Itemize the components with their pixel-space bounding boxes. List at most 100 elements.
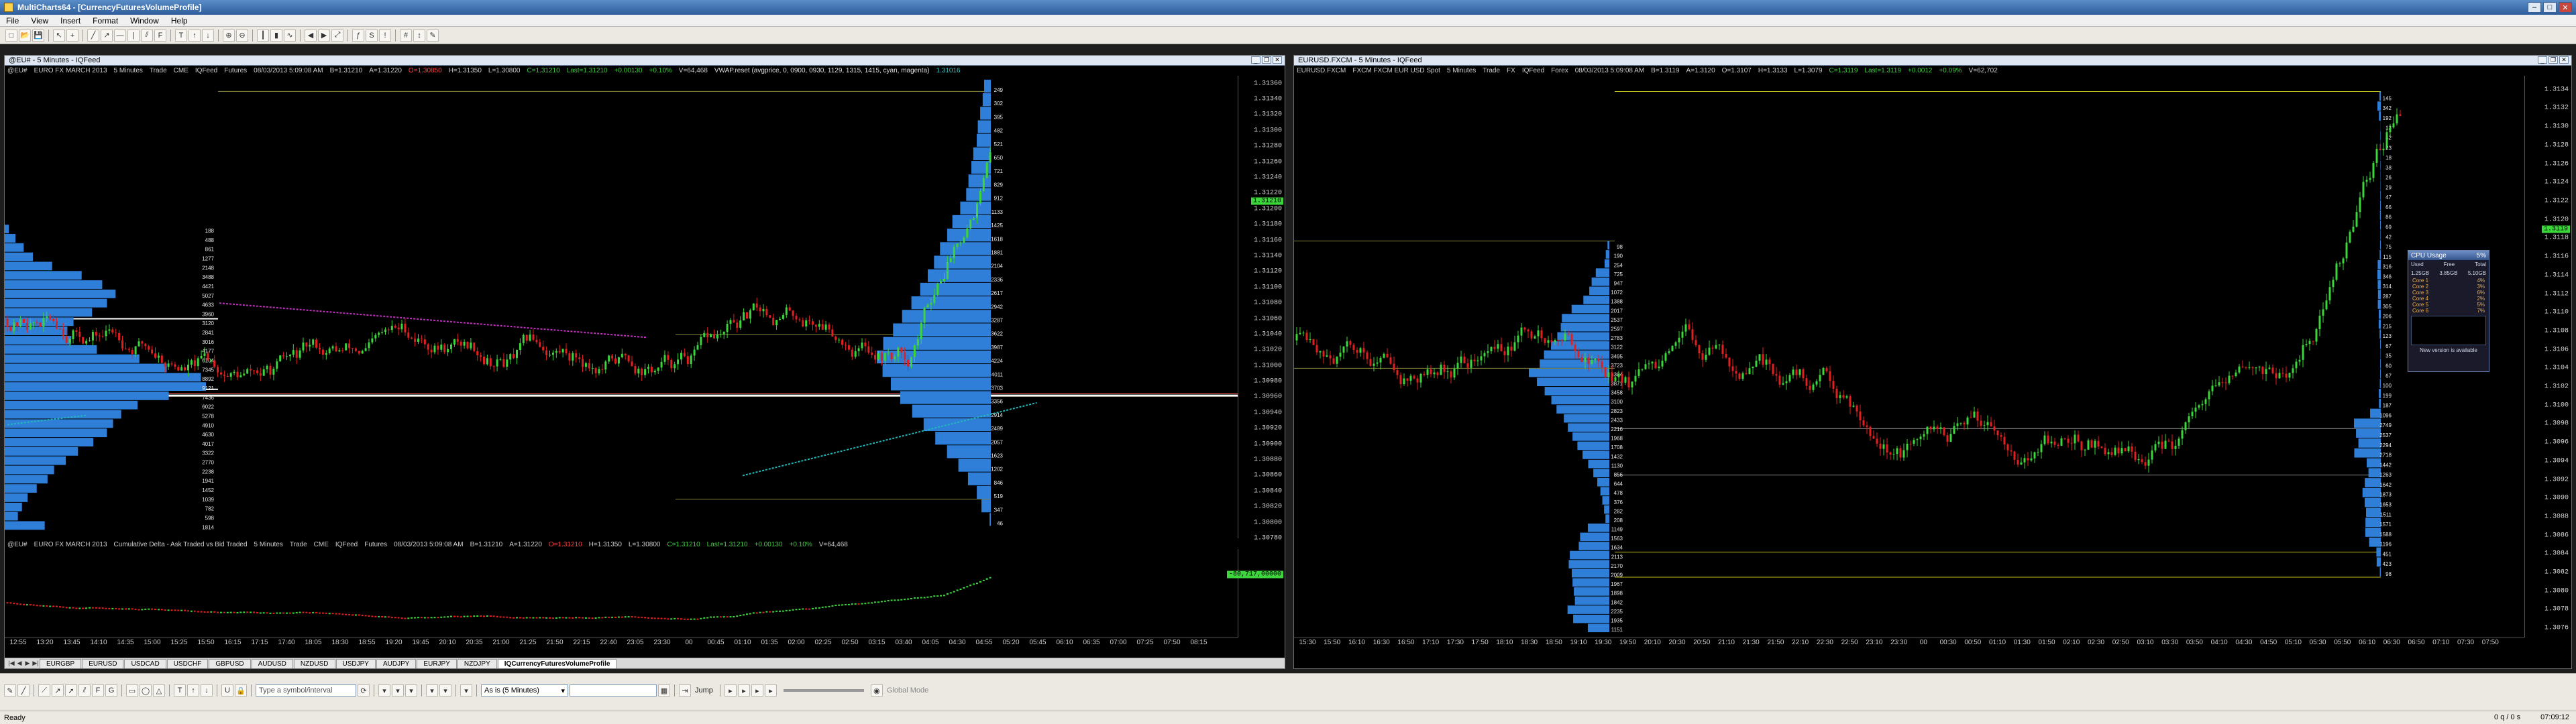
- price-axis[interactable]: 1.31360 1.31340 1.31320 1.31300 1.31280 1.312…: [1238, 76, 1285, 542]
- zoom-fit-icon[interactable]: ⤢: [331, 29, 343, 42]
- menu-help[interactable]: Help: [165, 16, 194, 25]
- tab-nzdusd[interactable]: NZDUSD: [293, 658, 335, 668]
- hline-icon[interactable]: —: [114, 29, 126, 42]
- playback-speed-slider[interactable]: [783, 689, 864, 692]
- scroll-left-icon[interactable]: ◀: [305, 29, 317, 42]
- resolution-select[interactable]: As is (5 Minutes) ▾: [481, 684, 568, 697]
- text-icon[interactable]: T: [175, 29, 187, 42]
- line-icon[interactable]: ╱: [17, 684, 30, 697]
- tab-usdcad[interactable]: USDCAD: [124, 658, 166, 668]
- time-axis[interactable]: 12:55 13:20 13:45 14:10 14:35 15:00 15:25 15:50…: [5, 638, 1238, 647]
- arrow-down-icon[interactable]: ↓: [202, 29, 214, 42]
- alert-icon[interactable]: !: [379, 29, 391, 42]
- magnet-icon[interactable]: U: [221, 684, 233, 697]
- chart-type-icon[interactable]: ▾: [378, 684, 390, 697]
- minimize-icon[interactable]: –: [2528, 2, 2541, 13]
- price-axis[interactable]: 1.3134 1.3132 1.3130 1.3128 1.3126 1.3124 1.31…: [2524, 76, 2571, 638]
- format-icon[interactable]: ✎: [427, 29, 439, 42]
- open-icon[interactable]: 📂: [19, 29, 31, 42]
- ellipse-icon[interactable]: ◯: [140, 684, 152, 697]
- save-icon[interactable]: 💾: [32, 29, 44, 42]
- tab-last-icon[interactable]: ▶|: [32, 660, 40, 668]
- cumulative-delta-chart[interactable]: [5, 549, 1238, 638]
- menu-window[interactable]: Window: [124, 16, 165, 25]
- chart-window-eu-futures[interactable]: @EU# - 5 Minutes - IQFeed _ ❐ ✕ @EU# EUR…: [4, 55, 1285, 669]
- tab-gbpusd[interactable]: GBPUSD: [209, 658, 251, 668]
- line-chart-icon[interactable]: ∿: [284, 29, 296, 42]
- gann-icon[interactable]: G: [105, 684, 117, 697]
- window-minimize-icon[interactable]: _: [1251, 56, 1260, 64]
- pencil-icon[interactable]: ✎: [4, 684, 16, 697]
- new-icon[interactable]: □: [5, 29, 17, 42]
- arrow-down-icon[interactable]: ↓: [201, 684, 213, 697]
- time-axis[interactable]: 15:30 15:50 16:10 16:30 16:50 17:10 17:30 17:50…: [1294, 638, 2524, 647]
- chart-window-eurusd-spot[interactable]: EURUSD.FXCM - 5 Minutes - IQFeed _ ❐ ✕ E…: [1293, 55, 2572, 669]
- global-mode-icon[interactable]: ◉: [870, 684, 883, 697]
- close-icon[interactable]: ✕: [2559, 2, 2572, 13]
- global-mode-toggle[interactable]: Global Mode: [884, 686, 931, 695]
- ray-icon[interactable]: ↗: [52, 684, 64, 697]
- arrow-up-icon[interactable]: ↑: [189, 29, 201, 42]
- candle-icon[interactable]: ▮: [270, 29, 282, 42]
- rect-icon[interactable]: ▭: [126, 684, 138, 697]
- period-icon[interactable]: ▾: [460, 684, 472, 697]
- cpu-usage-gadget[interactable]: CPU Usage 5% Used Free Total 1.25GB 3.85G…: [2408, 250, 2489, 372]
- indicator-icon[interactable]: ƒ: [352, 29, 364, 42]
- cpu-footer[interactable]: New version is available: [2408, 347, 2489, 353]
- window-close-icon[interactable]: ✕: [2559, 56, 2569, 64]
- tab-next-icon[interactable]: ▶: [23, 660, 32, 668]
- jump-icon[interactable]: ⇥: [679, 684, 691, 697]
- tab-eurgbp[interactable]: EURGBP: [40, 658, 82, 668]
- fib-icon[interactable]: F: [92, 684, 104, 697]
- lock-icon[interactable]: 🔒: [235, 684, 247, 697]
- symbol-interval-input[interactable]: Type a symbol/interval: [256, 684, 356, 697]
- arrow-up-icon[interactable]: ↑: [187, 684, 199, 697]
- crosshair-icon[interactable]: +: [66, 29, 78, 42]
- playback-play-icon[interactable]: ▸: [737, 684, 750, 697]
- tab-usdjpy[interactable]: USDJPY: [335, 658, 376, 668]
- tab-audjpy[interactable]: AUDJPY: [376, 658, 417, 668]
- line-icon[interactable]: ╱: [87, 29, 99, 42]
- menu-insert[interactable]: Insert: [54, 16, 87, 25]
- scroll-right-icon[interactable]: ▶: [318, 29, 330, 42]
- playback-stop-icon[interactable]: ▸: [764, 684, 777, 697]
- menu-file[interactable]: File: [0, 16, 25, 25]
- triangle-icon[interactable]: △: [153, 684, 165, 697]
- tab-first-icon[interactable]: |◀: [7, 660, 15, 668]
- menu-format[interactable]: Format: [87, 16, 124, 25]
- playback-step-icon[interactable]: ▸: [751, 684, 763, 697]
- trend-icon[interactable]: ⟋: [38, 684, 50, 697]
- settings-icon[interactable]: ▾: [405, 684, 417, 697]
- jump-date-input[interactable]: [570, 684, 657, 697]
- text-icon[interactable]: T: [174, 684, 186, 697]
- trend-channel-icon[interactable]: ⫽: [141, 29, 153, 42]
- vline-icon[interactable]: |: [127, 29, 140, 42]
- tab-iqcurrencyfuturesvolumeprofile[interactable]: IQCurrencyFuturesVolumeProfile: [497, 658, 617, 668]
- grid-icon[interactable]: #: [400, 29, 412, 42]
- tab-eurusd[interactable]: EURUSD: [82, 658, 124, 668]
- arrow-icon[interactable]: ➚: [65, 684, 77, 697]
- delta-axis[interactable]: -80,000,00000-82,000,00000-84,000,00000-…: [1226, 549, 1285, 638]
- maximize-icon[interactable]: □: [2543, 2, 2557, 13]
- tab-prev-icon[interactable]: ◀: [15, 660, 23, 668]
- fib-icon[interactable]: F: [154, 29, 166, 42]
- zoom-out-icon[interactable]: ⊖: [236, 29, 248, 42]
- strategy-icon[interactable]: S: [366, 29, 378, 42]
- tab-usdchf[interactable]: USDCHF: [166, 658, 209, 668]
- bar-chart-icon[interactable]: ┃: [257, 29, 269, 42]
- window-restore-icon[interactable]: ❐: [1262, 56, 1271, 64]
- window-close-icon[interactable]: ✕: [1273, 56, 1282, 64]
- price-chart-main[interactable]: 9819025472594710721388201725372597278331…: [1294, 76, 2524, 638]
- playback-back-icon[interactable]: ▸: [724, 684, 737, 697]
- calendar-icon[interactable]: ▦: [658, 684, 670, 697]
- zoom-in-icon[interactable]: ⊕: [223, 29, 235, 42]
- jump-button[interactable]: Jump: [692, 686, 716, 695]
- format-icon[interactable]: ▾: [392, 684, 404, 697]
- price-chart-main[interactable]: 1884888611277214834884421502746333960312…: [5, 76, 1238, 538]
- cursor-icon[interactable]: ↖: [53, 29, 65, 42]
- channel-icon[interactable]: ⫽: [78, 684, 91, 697]
- go-icon[interactable]: ⟳: [358, 684, 370, 697]
- window-minimize-icon[interactable]: _: [2538, 56, 2547, 64]
- window-restore-icon[interactable]: ❐: [2548, 56, 2558, 64]
- scale-icon[interactable]: ↕: [413, 29, 425, 42]
